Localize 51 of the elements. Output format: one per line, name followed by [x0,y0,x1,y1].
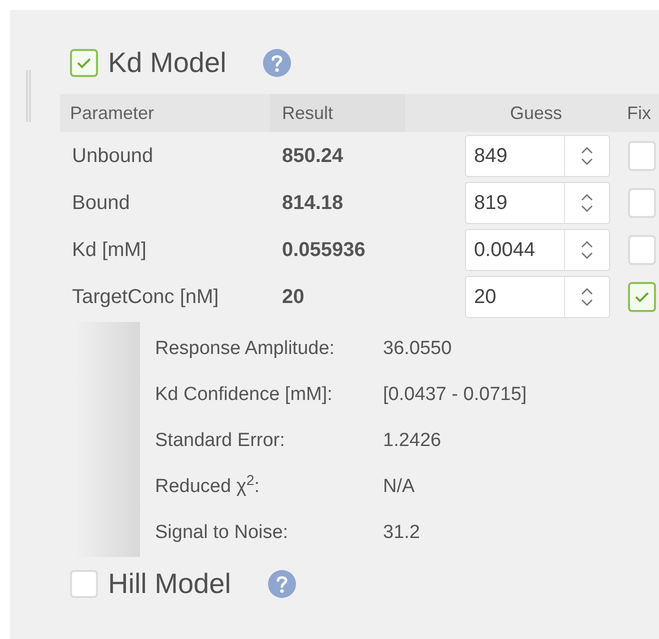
spinner-value: 819 [473,190,508,216]
stat-label: Standard Error: [155,428,286,453]
checkbox[interactable] [628,188,656,218]
checkbox[interactable] [628,234,656,264]
number-spinner[interactable]: 20 [465,276,610,318]
column-header: Parameter [69,102,156,124]
number-spinner[interactable]: 849 [465,134,610,176]
checkbox[interactable] [628,282,656,312]
chevron-down-icon[interactable] [581,298,593,306]
chevron-down-icon[interactable] [581,158,593,164]
model-title: Hill Model [108,567,231,601]
stat-label: Signal to Noise: [155,520,290,545]
chevron-up-icon[interactable] [581,240,593,248]
parameter-name: Unbound [71,144,154,168]
check-icon [634,290,650,302]
checkbox[interactable] [70,49,98,77]
parameter-name: TargetConc [nM] [71,284,220,310]
chevron-up-icon[interactable] [581,194,593,200]
spinner-value: 849 [473,144,508,168]
stat-value: [0.0437 - 0.0715] [383,382,527,407]
number-spinner[interactable]: 819 [465,182,610,224]
result-value: 20 [281,284,306,310]
stat-label: Response Amplitude: [155,336,336,361]
check-icon [76,57,92,69]
column-header: Result [270,94,405,132]
chevron-up-icon[interactable] [581,288,593,294]
stat-value: 31.2 [383,520,420,545]
stat-label: Kd Confidence [mM]: [155,382,334,407]
stat-value: N/A [383,474,415,499]
help-icon[interactable] [266,569,297,599]
stat-value: 36.0550 [383,336,452,361]
chevron-up-icon[interactable] [581,146,593,154]
spinner-value: 20 [473,284,498,310]
result-value: 0.055936 [281,238,366,262]
spinner-value: 0.0044 [473,238,536,262]
stat-label: Reduced χ$^{2}$: [155,472,261,499]
help-icon[interactable] [262,48,292,78]
parameter-name: Bound [71,190,131,216]
drag-handle [26,70,31,122]
column-header: Fix [626,102,651,124]
column-header: Guess [509,102,564,124]
chevron-down-icon[interactable] [581,204,593,212]
stat-value: 1.2426 [383,428,442,453]
chevron-down-icon[interactable] [581,252,593,258]
parameter-name: Kd [mM] [71,238,148,262]
checkbox[interactable] [628,140,656,170]
model-title: Kd Model [108,46,226,80]
result-value: 850.24 [281,144,344,168]
number-spinner[interactable]: 0.0044 [465,228,610,270]
checkbox[interactable] [70,570,98,598]
result-value: 814.18 [281,190,344,216]
